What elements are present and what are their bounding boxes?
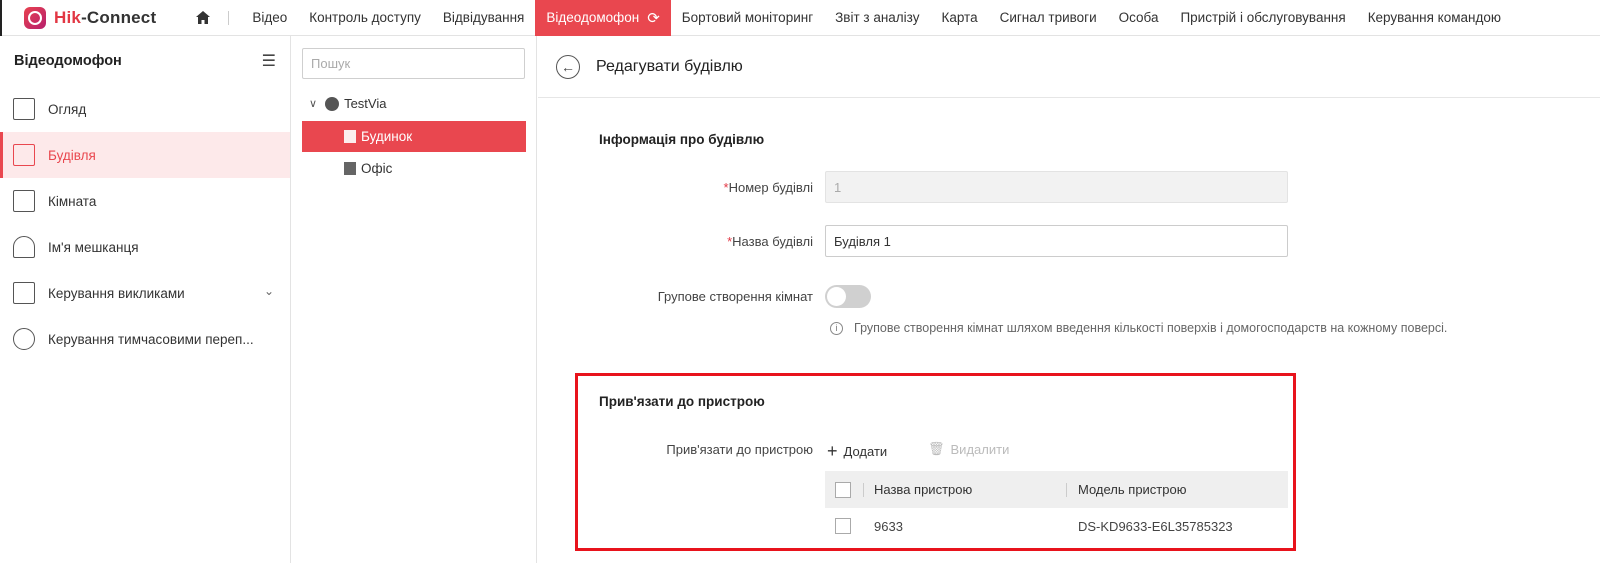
window-edge — [0, 0, 2, 36]
sidebar-title: Відеодомофон — [14, 53, 122, 69]
section-title-building-info: Інформація про будівлю — [599, 132, 765, 147]
sidebar-item-call-management[interactable]: Керування викликами ⌄ — [0, 270, 290, 316]
resident-icon — [13, 236, 35, 258]
building-tree-panel: ∨ TestVia Будинок Офіс — [291, 36, 537, 563]
section-title-link-device: Прив'язати до пристрою — [599, 394, 765, 409]
sidebar-item-label: Керування тимчасовими переп... — [48, 331, 254, 347]
tree-node-ofis[interactable]: Офіс — [302, 153, 526, 184]
column-header-device-name[interactable]: Назва пристрою — [874, 482, 972, 497]
main-menu: Відео Контроль доступу Відвідування Віде… — [241, 0, 1512, 36]
menu-item-team-management[interactable]: Керування командою — [1357, 0, 1512, 36]
building-icon — [344, 162, 356, 175]
building-number-label: *Номер будівлі — [723, 180, 813, 195]
globe-icon — [325, 96, 340, 111]
logo-icon — [24, 6, 46, 29]
menu-item-map[interactable]: Карта — [930, 0, 988, 36]
collapse-menu-icon[interactable]: ☰ — [262, 51, 276, 71]
device-name-cell: 9633 — [874, 518, 903, 534]
menu-item-attendance[interactable]: Відвідування — [432, 0, 535, 36]
row-checkbox[interactable] — [835, 518, 851, 534]
info-icon: i — [830, 321, 843, 335]
menu-item-device-maintenance[interactable]: Пристрій і обслуговування — [1169, 0, 1356, 36]
call-icon — [13, 282, 35, 304]
sidebar-item-label: Керування викликами — [48, 285, 185, 301]
menu-item-access-control[interactable]: Контроль доступу — [298, 0, 432, 36]
device-table: Назва пристрою Модель пристрою 9633 DS-K… — [825, 471, 1288, 544]
column-divider — [863, 482, 864, 497]
delete-label: Видалити — [950, 441, 1010, 457]
sidebar-item-label: Кімната — [48, 193, 97, 209]
device-model-cell: DS-KD9633-E6L35785323 — [1078, 518, 1233, 534]
building-icon — [344, 130, 356, 143]
menu-item-video-intercom[interactable]: Відеодомофон ⟳ — [535, 0, 671, 36]
menu-item-person[interactable]: Особа — [1108, 0, 1170, 36]
chevron-down-icon[interactable]: ⌄ — [264, 284, 274, 298]
menu-item-alarm[interactable]: Сигнал тривоги — [989, 0, 1108, 36]
back-arrow-icon[interactable]: ← — [556, 54, 580, 79]
table-row[interactable]: 9633 DS-KD9633-E6L35785323 — [825, 508, 1288, 544]
menu-item-label: Відеодомофон — [546, 10, 640, 25]
logo-text: Hik-Connect — [54, 7, 157, 27]
home-icon[interactable] — [194, 9, 212, 27]
tree-node-label: Будинок — [361, 129, 413, 144]
tree-root-label: TestVia — [344, 96, 387, 111]
column-header-device-model[interactable]: Модель пристрою — [1078, 482, 1186, 497]
sidebar: Відеодомофон ☰ Огляд Будівля Кімната Ім'… — [0, 36, 291, 563]
building-name-label: *Назва будівлі — [727, 234, 813, 249]
building-name-field[interactable]: Будівля 1 — [825, 225, 1288, 257]
plus-icon: + — [827, 441, 838, 461]
sidebar-item-label: Огляд — [48, 101, 87, 117]
building-icon — [13, 144, 35, 166]
overview-icon — [13, 98, 35, 120]
app-logo[interactable]: Hik-Connect — [24, 6, 157, 29]
main-content: ← Редагувати будівлю Інформація про буді… — [538, 36, 1600, 563]
add-button[interactable]: + Додати — [827, 441, 887, 462]
sidebar-item-label: Ім'я мешканця — [48, 239, 139, 255]
divider — [228, 10, 230, 25]
sidebar-item-resident[interactable]: Ім'я мешканця — [0, 224, 290, 270]
room-icon — [13, 190, 35, 212]
table-header: Назва пристрою Модель пристрою — [825, 471, 1288, 508]
sidebar-item-temp-pass[interactable]: Керування тимчасовими переп... — [0, 316, 290, 362]
temp-pass-icon — [13, 328, 35, 350]
menu-item-analysis-report[interactable]: Звіт з аналізу — [824, 0, 930, 36]
sidebar-item-building[interactable]: Будівля — [0, 132, 290, 178]
hint-text: Групове створення кімнат шляхом введення… — [854, 321, 1448, 335]
building-number-field: 1 — [825, 171, 1288, 203]
group-create-toggle[interactable] — [825, 285, 871, 308]
column-divider — [1066, 482, 1067, 497]
search-input[interactable] — [302, 48, 525, 79]
group-create-label: Групове створення кімнат — [657, 289, 813, 304]
link-device-label: Прив'язати до пристрою — [666, 442, 813, 457]
top-bar: Hik-Connect Відео Контроль доступу Відві… — [0, 0, 1600, 36]
tree-root[interactable]: ∨ TestVia — [309, 96, 386, 111]
sidebar-item-room[interactable]: Кімната — [0, 178, 290, 224]
page-title: Редагувати будівлю — [596, 57, 743, 75]
page-header: ← Редагувати будівлю — [538, 36, 1600, 98]
menu-item-onboard-monitoring[interactable]: Бортовий моніторинг — [671, 0, 824, 36]
sync-icon[interactable]: ⟳ — [647, 9, 660, 27]
add-label: Додати — [843, 444, 888, 459]
sidebar-item-overview[interactable]: Огляд — [0, 86, 290, 132]
tree-node-label: Офіс — [361, 161, 393, 176]
sidebar-item-label: Будівля — [48, 147, 96, 163]
tree-node-budynok[interactable]: Будинок — [302, 121, 526, 152]
select-all-checkbox[interactable] — [835, 481, 851, 498]
menu-item-video[interactable]: Відео — [241, 0, 298, 36]
trash-icon: 🗑 — [928, 441, 945, 456]
chevron-down-icon[interactable]: ∨ — [309, 97, 317, 110]
delete-button[interactable]: 🗑 Видалити — [928, 441, 1009, 457]
sidebar-header: Відеодомофон ☰ — [0, 36, 290, 86]
group-create-hint: i Групове створення кімнат шляхом введен… — [830, 321, 1447, 335]
